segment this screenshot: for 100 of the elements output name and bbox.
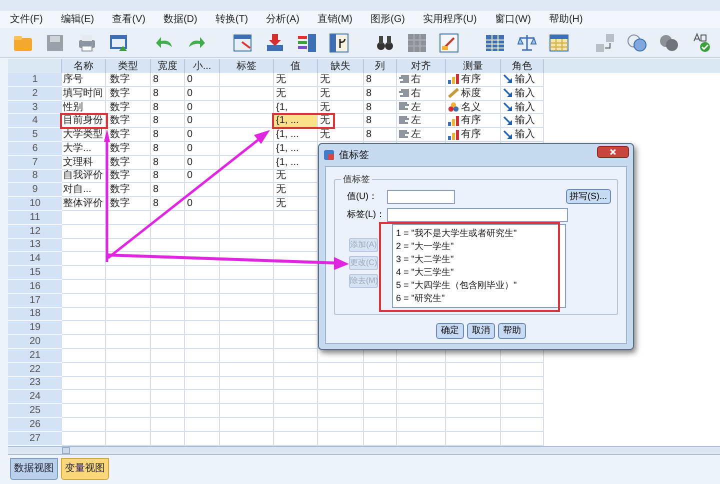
menu-item[interactable]: 图形(G) xyxy=(366,12,409,27)
arrow-icon xyxy=(503,130,513,140)
column-header[interactable]: 列 xyxy=(364,59,397,73)
empty-cell xyxy=(220,335,274,349)
row-header[interactable]: 17 xyxy=(8,294,62,308)
row-header[interactable]: 6 xyxy=(8,142,62,156)
row-header[interactable]: 19 xyxy=(8,321,62,336)
list-item[interactable]: 4 = "大三学生" xyxy=(396,266,565,279)
empty-cell xyxy=(501,390,544,404)
table-cell: 8 xyxy=(364,100,397,114)
arrow-icon xyxy=(503,102,513,112)
row-header[interactable]: 14 xyxy=(8,252,62,266)
menu-item[interactable]: 转换(T) xyxy=(211,12,252,27)
columns-icon[interactable] xyxy=(296,32,318,54)
grid-icon[interactable] xyxy=(406,32,428,54)
input-field[interactable] xyxy=(387,208,568,222)
list-item[interactable]: 3 = "大二学生" xyxy=(396,253,565,266)
table-cell: 8 xyxy=(364,86,397,101)
column-header[interactable]: 名称 xyxy=(62,59,106,73)
list-item[interactable]: 1 = "我不是大学生或者研究生" xyxy=(396,227,565,240)
row-header[interactable]: 2 xyxy=(8,86,62,101)
row-header[interactable]: 9 xyxy=(8,183,62,198)
row-header[interactable]: 18 xyxy=(8,308,62,322)
row-header[interactable]: 24 xyxy=(8,390,62,404)
empty-cell xyxy=(151,404,185,418)
row-header[interactable]: 25 xyxy=(8,404,62,418)
row-header[interactable]: 15 xyxy=(8,266,62,280)
row-header[interactable]: 23 xyxy=(8,376,62,390)
cell-text: 有序 xyxy=(461,72,481,87)
menu-item[interactable]: 数据(D) xyxy=(159,12,202,27)
chart-icon[interactable] xyxy=(438,32,460,54)
row-header[interactable]: 13 xyxy=(8,238,62,252)
empty-cell xyxy=(151,252,185,266)
empty-cell xyxy=(185,224,220,239)
circles-icon[interactable] xyxy=(626,32,648,54)
row-header[interactable]: 26 xyxy=(8,418,62,432)
row-header[interactable]: 8 xyxy=(8,170,62,184)
empty-cell xyxy=(220,348,274,363)
empty-cell xyxy=(151,376,185,390)
arrange-icon[interactable] xyxy=(594,32,616,54)
spell-button[interactable]: 拼写(S)... xyxy=(566,189,611,204)
table-cell: 0 xyxy=(185,197,220,211)
menu-item[interactable]: 查看(V) xyxy=(108,12,150,27)
list-item[interactable]: 6 = "研究生" xyxy=(396,292,565,305)
column-header[interactable]: 对齐 xyxy=(397,59,446,73)
close-button[interactable] xyxy=(597,146,629,158)
column-header[interactable]: 小... xyxy=(185,59,220,73)
table-icon[interactable] xyxy=(232,32,254,54)
row-header[interactable]: 21 xyxy=(8,348,62,363)
table-cell: 序号 xyxy=(62,73,106,87)
variable-icon[interactable] xyxy=(328,32,350,54)
tag-icon xyxy=(323,149,335,161)
row-header[interactable]: 5 xyxy=(8,128,62,142)
menu-item[interactable]: 窗口(W) xyxy=(490,12,535,27)
menu-item[interactable]: 编辑(E) xyxy=(56,12,98,27)
column-header[interactable]: 缺失 xyxy=(318,59,364,73)
table-cell: 性别 xyxy=(62,100,106,114)
download-icon[interactable] xyxy=(264,32,286,54)
empty-cell xyxy=(185,252,220,266)
view-tab[interactable]: 数据视图 xyxy=(10,458,58,480)
dialog-button[interactable]: 帮助 xyxy=(498,323,526,339)
column-header[interactable]: 标签 xyxy=(220,59,274,73)
row-header[interactable]: 10 xyxy=(8,197,62,211)
empty-cell xyxy=(446,376,501,390)
menu-item[interactable]: 文件(F) xyxy=(6,12,47,27)
empty-cell xyxy=(220,197,274,211)
row-header[interactable]: 11 xyxy=(8,210,62,225)
table-cell: 无 xyxy=(318,128,364,142)
table-cell: 0 xyxy=(185,100,220,114)
dialog-button[interactable]: 取消 xyxy=(467,323,495,339)
row-header[interactable]: 12 xyxy=(8,224,62,239)
empty-cell xyxy=(106,418,151,432)
row-header[interactable]: 7 xyxy=(8,156,62,170)
dialog-button[interactable]: 确定 xyxy=(436,323,464,339)
spreadsheet-icon[interactable] xyxy=(548,32,570,54)
row-header[interactable]: 4 xyxy=(8,114,62,128)
menu-item[interactable]: 帮助(H) xyxy=(544,12,587,27)
list-item[interactable]: 5 = "大四学生（包含刚毕业）" xyxy=(396,279,565,292)
menu-item[interactable]: 直销(M) xyxy=(313,12,356,27)
input-field[interactable] xyxy=(387,190,455,204)
column-header[interactable]: 测量 xyxy=(446,59,501,73)
table-cell: {1, ... xyxy=(274,128,318,142)
empty-cell xyxy=(501,376,544,390)
column-header[interactable]: 宽度 xyxy=(151,59,185,73)
table-cell: 无 xyxy=(274,86,318,101)
row-header[interactable]: 22 xyxy=(8,362,62,377)
row-header[interactable]: 16 xyxy=(8,280,62,294)
menu-item[interactable]: 实用程序(U) xyxy=(418,12,481,27)
column-header[interactable]: 类型 xyxy=(106,59,151,73)
view-tab[interactable]: 变量视图 xyxy=(61,458,109,480)
row-header[interactable]: 20 xyxy=(8,335,62,349)
column-header[interactable]: 角色 xyxy=(501,59,544,73)
row-header[interactable]: 3 xyxy=(8,100,62,114)
row-header[interactable]: 1 xyxy=(8,73,62,87)
list-item[interactable]: 2 = "大一学生" xyxy=(396,240,565,253)
column-header[interactable]: 值 xyxy=(274,59,318,73)
row-header[interactable]: 27 xyxy=(8,432,62,446)
label-list[interactable]: 1 = "我不是大学生或者研究生" 2 = "大一学生" 3 = "大二学生" 4 = "大三学生" 5 = "大四学生（包含刚毕业）" 6 = "研究生" xyxy=(392,224,566,308)
menu-item[interactable]: 分析(A) xyxy=(262,12,304,27)
empty-cell xyxy=(274,376,318,390)
